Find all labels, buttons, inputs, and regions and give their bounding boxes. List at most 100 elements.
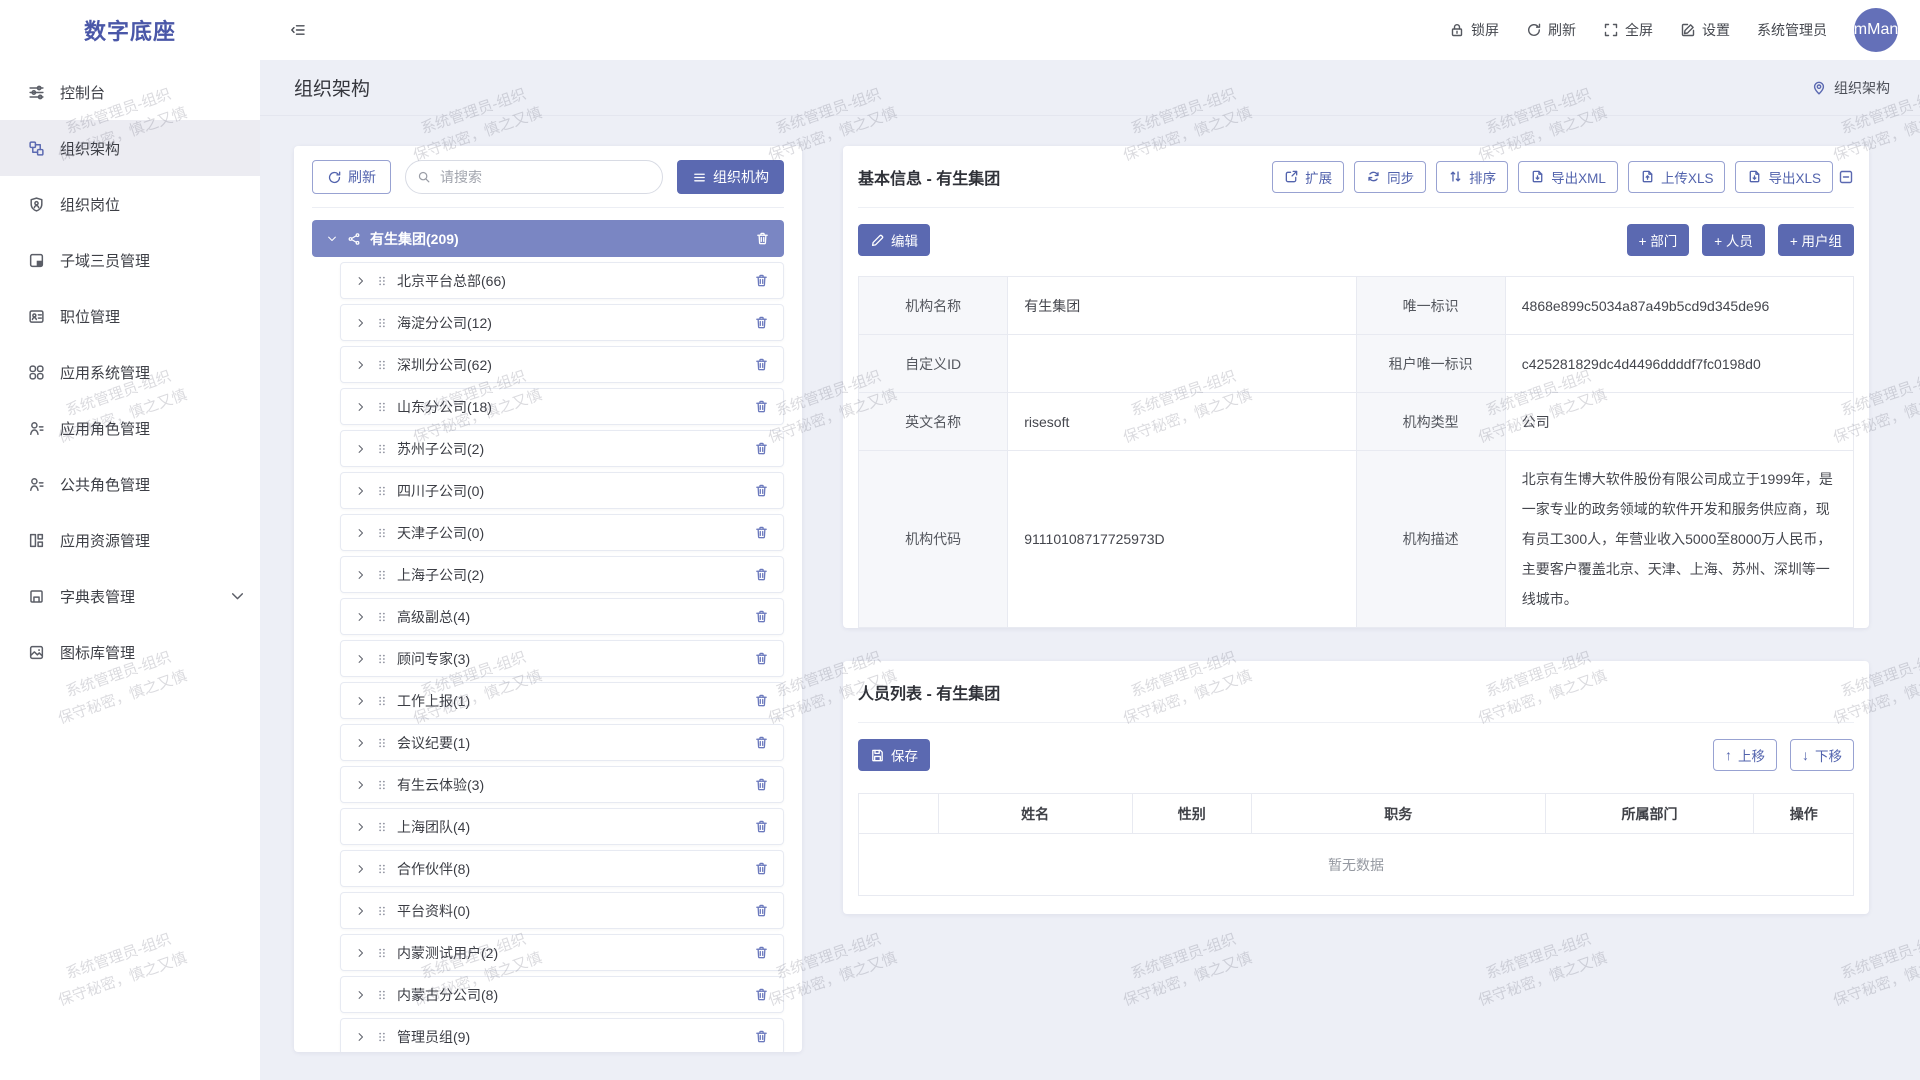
user-name[interactable]: 系统管理员: [1757, 20, 1827, 40]
tree-node[interactable]: 有生云体验(3): [340, 766, 784, 803]
sidebar-item-app-role-management[interactable]: 应用角色管理: [0, 400, 260, 456]
move-down-button[interactable]: ↓ 下移: [1790, 739, 1854, 771]
tree-root-node[interactable]: 有生集团(209): [312, 220, 784, 257]
trash-icon[interactable]: [754, 525, 769, 540]
tree-node[interactable]: 会议纪要(1): [340, 724, 784, 761]
collapse-panel-icon[interactable]: [1838, 169, 1854, 185]
chevron-down-icon[interactable]: [326, 233, 338, 245]
basic-info-toolbar: 扩展同步排序导出XML 上传XLS 导出XLS: [1272, 161, 1833, 193]
trash-icon[interactable]: [754, 693, 769, 708]
tree-node[interactable]: 工作上报(1): [340, 682, 784, 719]
person-column-header: 姓名: [938, 794, 1132, 834]
field-value: 北京有生博大软件股份有限公司成立于1999年，是一家专业的政务领域的软件开发和服…: [1505, 451, 1853, 628]
header-action-refresh[interactable]: 刷新: [1526, 20, 1576, 40]
add-person-button[interactable]: + 人员: [1702, 224, 1765, 256]
trash-icon[interactable]: [754, 945, 769, 960]
org-tree: 有生集团(209) 北京平台总部(66) 海淀分公司(12) 深圳分公司(62) 山东…: [312, 208, 784, 1052]
tree-node[interactable]: 四川子公司(0): [340, 472, 784, 509]
tree-node[interactable]: 天津子公司(0): [340, 514, 784, 551]
tree-node[interactable]: 上海团队(4): [340, 808, 784, 845]
chevron-right-icon: [355, 611, 367, 623]
header-action-fullscreen[interactable]: 全屏: [1603, 20, 1653, 40]
tree-node[interactable]: 顾问专家(3): [340, 640, 784, 677]
sidebar-item-app-resource-management[interactable]: 应用资源管理: [0, 512, 260, 568]
tree-node[interactable]: 北京平台总部(66): [340, 262, 784, 299]
trash-icon[interactable]: [754, 651, 769, 666]
tree-node[interactable]: 内蒙古分公司(8): [340, 976, 784, 1013]
tree-search-input[interactable]: [405, 160, 663, 194]
sidebar-item-dictionary-management[interactable]: 字典表管理: [0, 568, 260, 624]
add-user-group-button[interactable]: + 用户组: [1778, 224, 1854, 256]
public-role-icon: [28, 476, 45, 493]
org-info-table: 机构名称有生集团唯一标识4868e899c5034a87a49b5cd9d345…: [858, 276, 1854, 628]
fullscreen-icon: [1603, 22, 1619, 38]
sidebar-item-console[interactable]: 控制台: [0, 64, 260, 120]
edit-button[interactable]: 编辑: [858, 224, 930, 256]
tree-node[interactable]: 高级副总(4): [340, 598, 784, 635]
tree-node-label: 海淀分公司(12): [397, 313, 492, 333]
sidebar-item-public-role-management[interactable]: 公共角色管理: [0, 456, 260, 512]
sync-button[interactable]: 同步: [1354, 161, 1426, 193]
chevron-right-icon: [355, 527, 367, 539]
tree-node-label: 北京平台总部(66): [397, 271, 506, 291]
add-department-button[interactable]: + 部门: [1627, 224, 1690, 256]
sidebar-item-org-position[interactable]: 组织岗位: [0, 176, 260, 232]
trash-icon[interactable]: [754, 357, 769, 372]
trash-icon[interactable]: [754, 315, 769, 330]
tree-node[interactable]: 合作伙伴(8): [340, 850, 784, 887]
sidebar-item-icon-library-management[interactable]: 图标库管理: [0, 624, 260, 680]
tree-node-label: 有生集团(209): [370, 229, 459, 249]
trash-icon[interactable]: [754, 399, 769, 414]
sidebar-collapse-icon[interactable]: [290, 22, 306, 38]
sidebar-item-org-structure[interactable]: 组织架构: [0, 120, 260, 176]
trash-icon[interactable]: [754, 777, 769, 792]
trash-icon[interactable]: [754, 819, 769, 834]
sort-button[interactable]: 排序: [1436, 161, 1508, 193]
tree-node[interactable]: 上海子公司(2): [340, 556, 784, 593]
tree-node[interactable]: 内蒙测试用户(2): [340, 934, 784, 971]
expand-button[interactable]: 扩展: [1272, 161, 1344, 193]
save-button[interactable]: 保存: [858, 739, 930, 771]
trash-icon[interactable]: [754, 735, 769, 750]
upload-xls-button[interactable]: 上传XLS: [1628, 161, 1726, 193]
trash-icon[interactable]: [754, 483, 769, 498]
tree-node[interactable]: 管理员组(9): [340, 1018, 784, 1052]
trash-icon[interactable]: [754, 609, 769, 624]
expand-icon: [1284, 169, 1299, 184]
trash-icon[interactable]: [754, 567, 769, 582]
export-xls-button[interactable]: 导出XLS: [1735, 161, 1833, 193]
tree-node-label: 苏州子公司(2): [397, 439, 484, 459]
field-label: 机构名称: [859, 277, 1008, 335]
trash-icon[interactable]: [754, 1029, 769, 1044]
trash-icon[interactable]: [754, 273, 769, 288]
header-action-settings[interactable]: 设置: [1680, 20, 1730, 40]
share-icon: [347, 232, 361, 246]
trash-icon[interactable]: [754, 987, 769, 1002]
tree-node[interactable]: 平台资料(0): [340, 892, 784, 929]
tree-refresh-button[interactable]: 刷新: [312, 160, 391, 194]
field-label: 机构代码: [859, 451, 1008, 628]
trash-icon[interactable]: [754, 861, 769, 876]
top-bar: 数字底座 锁屏刷新全屏设置系统管理员mMan: [0, 0, 1920, 60]
field-value: 4868e899c5034a87a49b5cd9d345de96: [1505, 277, 1853, 335]
chevron-right-icon: [355, 485, 367, 497]
tree-node[interactable]: 山东分公司(18): [340, 388, 784, 425]
tree-node[interactable]: 深圳分公司(62): [340, 346, 784, 383]
sidebar-item-subdomain-three-admins[interactable]: 子域三员管理: [0, 232, 260, 288]
avatar[interactable]: mMan: [1854, 8, 1898, 52]
field-value: 公司: [1505, 393, 1853, 451]
trash-icon[interactable]: [755, 231, 770, 246]
field-value: risesoft: [1008, 393, 1356, 451]
org-structure-switch-button[interactable]: 组织机构: [677, 160, 784, 194]
sidebar-item-app-system-management[interactable]: 应用系统管理: [0, 344, 260, 400]
field-value: 有生集团: [1008, 277, 1356, 335]
header-action-lock-screen[interactable]: 锁屏: [1449, 20, 1499, 40]
tree-node[interactable]: 苏州子公司(2): [340, 430, 784, 467]
trash-icon[interactable]: [754, 903, 769, 918]
tree-node[interactable]: 海淀分公司(12): [340, 304, 784, 341]
move-up-button[interactable]: ↑ 上移: [1713, 739, 1777, 771]
sidebar-item-position-management[interactable]: 职位管理: [0, 288, 260, 344]
trash-icon[interactable]: [754, 441, 769, 456]
export-xml-button[interactable]: 导出XML: [1518, 161, 1618, 193]
arrow-up-icon: ↑: [1725, 748, 1732, 762]
